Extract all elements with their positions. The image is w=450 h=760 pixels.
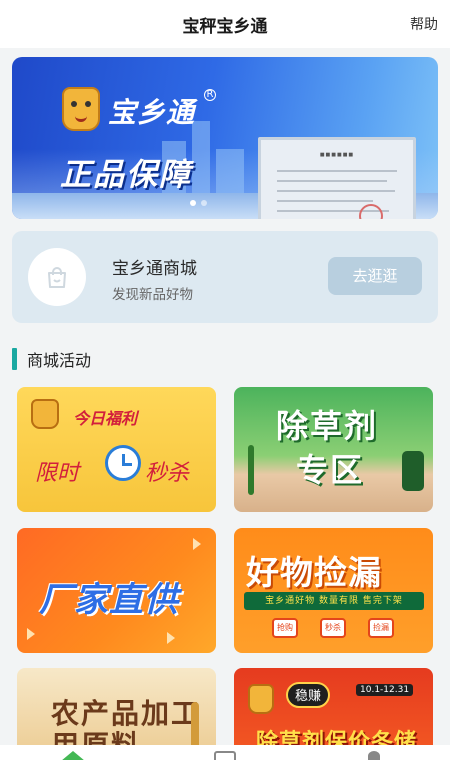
mall-card[interactable]: 宝乡通商城 发现新品好物 去逛逛 bbox=[12, 231, 438, 323]
tile-badge: 稳赚 bbox=[286, 682, 330, 708]
tile-strip: 宝乡通好物 数量有限 售完下架 bbox=[244, 592, 424, 610]
banner-slogan: 正品保障 bbox=[60, 157, 192, 193]
certificate-title: ■■■■■■ bbox=[319, 152, 355, 158]
top-header: 宝秤宝乡通 帮助 bbox=[0, 0, 450, 48]
banner-logo-text: 宝乡通 bbox=[108, 96, 196, 129]
carousel-dot[interactable] bbox=[190, 200, 196, 206]
promo-banner[interactable]: 宝乡通 R 正品保障 ■■■■■■ bbox=[12, 57, 438, 219]
banner-building bbox=[192, 121, 210, 201]
registered-mark-icon: R bbox=[204, 89, 216, 101]
mascot-icon bbox=[248, 684, 274, 714]
carousel-dot[interactable] bbox=[201, 200, 207, 206]
decor-triangle-icon bbox=[193, 538, 201, 550]
help-link[interactable]: 帮助 bbox=[410, 14, 438, 34]
tile-pill: 抢购 bbox=[272, 618, 298, 638]
carousel-indicator bbox=[190, 200, 220, 208]
tile-pill: 捡漏 bbox=[368, 618, 394, 638]
decor-triangle-icon bbox=[27, 628, 35, 640]
certificate-line bbox=[277, 180, 387, 182]
activity-tile-herbicide[interactable]: 除草剂 专区 bbox=[234, 387, 433, 512]
shopping-bag-icon bbox=[28, 248, 86, 306]
profile-icon[interactable] bbox=[368, 751, 380, 760]
section-accent-bar bbox=[12, 348, 17, 370]
tile-pill: 秒杀 bbox=[320, 618, 346, 638]
alarm-clock-icon bbox=[105, 445, 141, 481]
certificate-line bbox=[277, 170, 397, 172]
tile-title-line1: 除草剂 bbox=[276, 407, 379, 445]
decor-triangle-icon bbox=[167, 632, 175, 644]
activity-tile-factory-direct[interactable]: 厂家直供 bbox=[17, 528, 216, 653]
browse-button[interactable]: 去逛逛 bbox=[328, 257, 422, 295]
grass-icon bbox=[248, 445, 254, 495]
tile-left-text: 限时 bbox=[35, 461, 80, 486]
home-icon[interactable] bbox=[61, 751, 85, 760]
tile-date: 10.1-12.31 bbox=[356, 684, 414, 696]
certificate-image: ■■■■■■ bbox=[258, 137, 416, 219]
mascot-icon bbox=[31, 399, 59, 429]
mascot-icon bbox=[62, 87, 100, 131]
tile-title: 好物捡漏 bbox=[246, 553, 382, 592]
certificate-line bbox=[277, 200, 373, 202]
certificate-line bbox=[277, 190, 395, 192]
page-title: 宝秤宝乡通 bbox=[182, 16, 268, 37]
spray-bottle-icon bbox=[402, 451, 424, 491]
tile-title-line2: 专区 bbox=[296, 451, 365, 489]
tile-title: 今日福利 bbox=[73, 409, 138, 428]
activity-tile-bargains[interactable]: 好物捡漏 宝乡通好物 数量有限 售完下架 抢购 秒杀 捡漏 bbox=[234, 528, 433, 653]
tile-right-text: 秒杀 bbox=[145, 461, 190, 486]
bottom-tab-bar bbox=[0, 745, 450, 760]
section-title: 商城活动 bbox=[27, 351, 92, 370]
category-icon[interactable] bbox=[214, 751, 236, 760]
mall-description: 发现新品好物 bbox=[112, 287, 193, 303]
activity-tile-flash-sale[interactable]: 今日福利 限时 秒杀 bbox=[17, 387, 216, 512]
section-header: 商城活动 bbox=[12, 346, 91, 372]
stamp-icon bbox=[359, 204, 383, 219]
mall-name: 宝乡通商城 bbox=[112, 259, 197, 279]
tile-title: 厂家直供 bbox=[39, 580, 179, 620]
